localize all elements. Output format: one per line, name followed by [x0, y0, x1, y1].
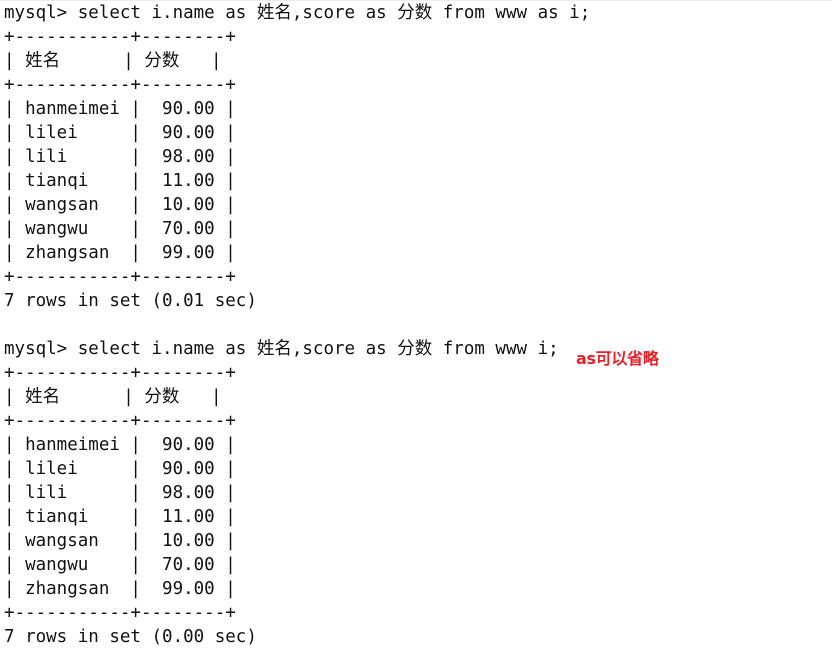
terminal-line-table-border: +-----------+--------+ [4, 363, 236, 383]
terminal-line-table-row: | tianqi | 11.00 | [4, 171, 236, 191]
terminal-line-table-border: +-----------+--------+ [4, 603, 236, 623]
terminal-line-table-row: | lilei | 90.00 | [4, 459, 236, 479]
mysql-terminal-output[interactable]: mysql> select i.name as 姓名,score as 分数 f… [0, 0, 832, 649]
terminal-line-table-row: | lilei | 90.00 | [4, 123, 236, 143]
terminal-line-table-header: | 姓名 | 分数 | [4, 51, 222, 71]
terminal-line-table-row: | zhangsan | 99.00 | [4, 579, 236, 599]
annotation-as-optional: as可以省略 [576, 349, 659, 368]
terminal-line-query-1: mysql> select i.name as 姓名,score as 分数 f… [4, 3, 591, 23]
terminal-line-table-row: | lili | 98.00 | [4, 147, 236, 167]
terminal-line-table-row: | lili | 98.00 | [4, 483, 236, 503]
terminal-line-table-row: | zhangsan | 99.00 | [4, 243, 236, 263]
terminal-line-table-row: | wangsan | 10.00 | [4, 195, 236, 215]
terminal-line-status-2: 7 rows in set (0.00 sec) [4, 627, 257, 647]
terminal-line-table-row: | hanmeimei | 90.00 | [4, 99, 236, 119]
terminal-line-table-header: | 姓名 | 分数 | [4, 387, 222, 407]
terminal-line-table-border: +-----------+--------+ [4, 75, 236, 95]
terminal-line-table-row: | wangwu | 70.00 | [4, 219, 236, 239]
terminal-line-table-row: | wangsan | 10.00 | [4, 531, 236, 551]
terminal-line-table-border: +-----------+--------+ [4, 27, 236, 47]
terminal-line-status-1: 7 rows in set (0.01 sec) [4, 291, 257, 311]
terminal-line-table-row: | tianqi | 11.00 | [4, 507, 236, 527]
terminal-line-table-row: | wangwu | 70.00 | [4, 555, 236, 575]
terminal-line-table-border: +-----------+--------+ [4, 411, 236, 431]
terminal-line-query-2: mysql> select i.name as 姓名,score as 分数 f… [4, 339, 559, 359]
terminal-line-table-row: | hanmeimei | 90.00 | [4, 435, 236, 455]
terminal-line-table-border: +-----------+--------+ [4, 267, 236, 287]
